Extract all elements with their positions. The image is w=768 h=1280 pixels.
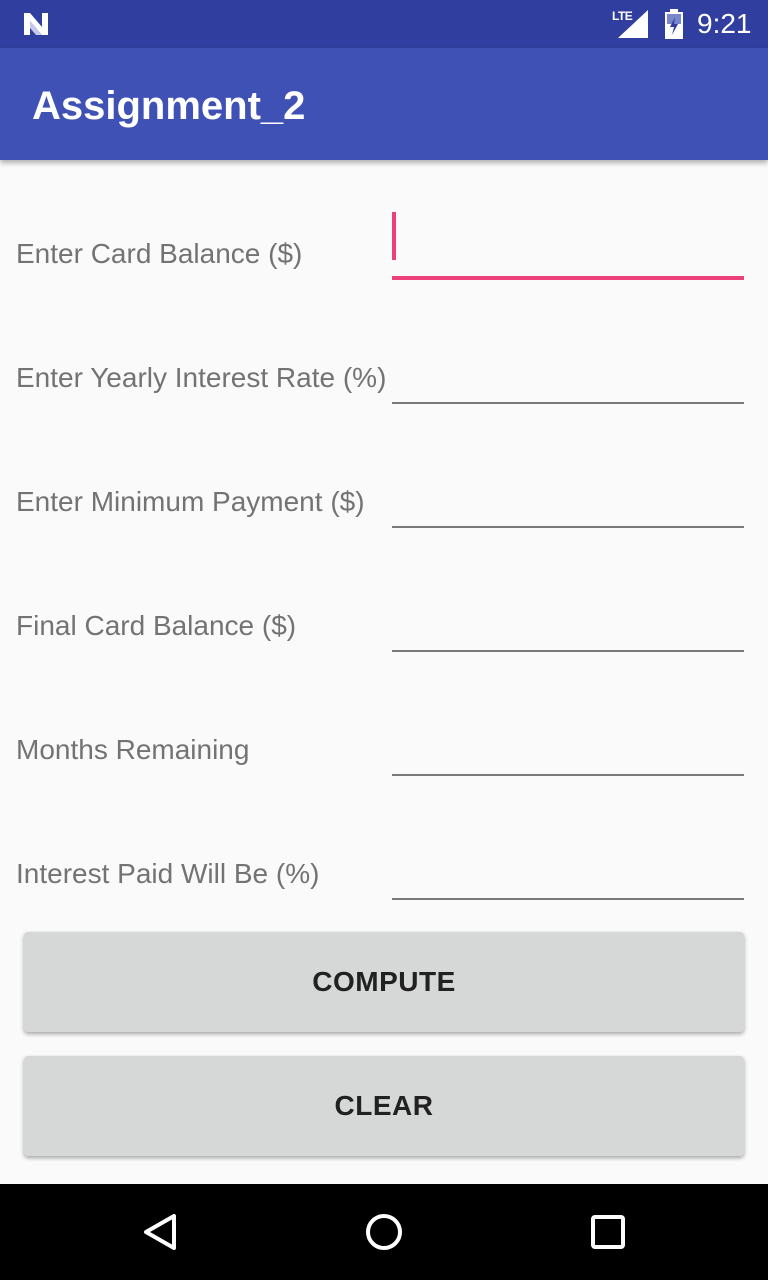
recents-icon[interactable] bbox=[588, 1212, 628, 1252]
months-remaining-label: Months Remaining bbox=[16, 734, 250, 765]
compute-button[interactable]: COMPUTE bbox=[24, 932, 744, 1032]
interest-rate-row: Enter Yearly Interest Rate (%) bbox=[0, 300, 768, 424]
minimum-payment-label: Enter Minimum Payment ($) bbox=[16, 486, 365, 517]
interest-paid-label: Interest Paid Will Be (%) bbox=[16, 858, 320, 889]
app-title: Assignment_2 bbox=[32, 84, 306, 128]
text-cursor bbox=[392, 212, 396, 260]
final-balance-field[interactable] bbox=[392, 600, 744, 652]
final-balance-row: Final Card Balance ($) bbox=[0, 548, 768, 672]
card-balance-row: Enter Card Balance ($) bbox=[0, 176, 768, 300]
interest-paid-field[interactable] bbox=[392, 848, 744, 900]
minimum-payment-input[interactable] bbox=[392, 476, 744, 528]
n-logo-icon bbox=[24, 13, 48, 35]
interest-rate-input[interactable] bbox=[392, 352, 744, 404]
battery-icon bbox=[665, 9, 683, 39]
interest-paid-row: Interest Paid Will Be (%) bbox=[0, 796, 768, 920]
minimum-payment-row: Enter Minimum Payment ($) bbox=[0, 424, 768, 548]
back-icon[interactable] bbox=[140, 1212, 180, 1252]
card-balance-input[interactable] bbox=[392, 228, 744, 280]
clear-button[interactable]: CLEAR bbox=[24, 1056, 744, 1156]
signal-icon bbox=[618, 10, 648, 38]
clock: 9:21 bbox=[697, 8, 752, 39]
months-remaining-field[interactable] bbox=[392, 724, 744, 776]
status-bar: LTE 9:21 bbox=[0, 0, 768, 48]
interest-rate-label: Enter Yearly Interest Rate (%) bbox=[16, 362, 387, 393]
card-balance-label: Enter Card Balance ($) bbox=[16, 238, 303, 269]
final-balance-label: Final Card Balance ($) bbox=[16, 610, 297, 641]
months-remaining-row: Months Remaining bbox=[0, 672, 768, 796]
navigation-bar bbox=[0, 1184, 768, 1280]
home-icon[interactable] bbox=[364, 1212, 404, 1252]
app-bar: Assignment_2 bbox=[0, 48, 768, 160]
